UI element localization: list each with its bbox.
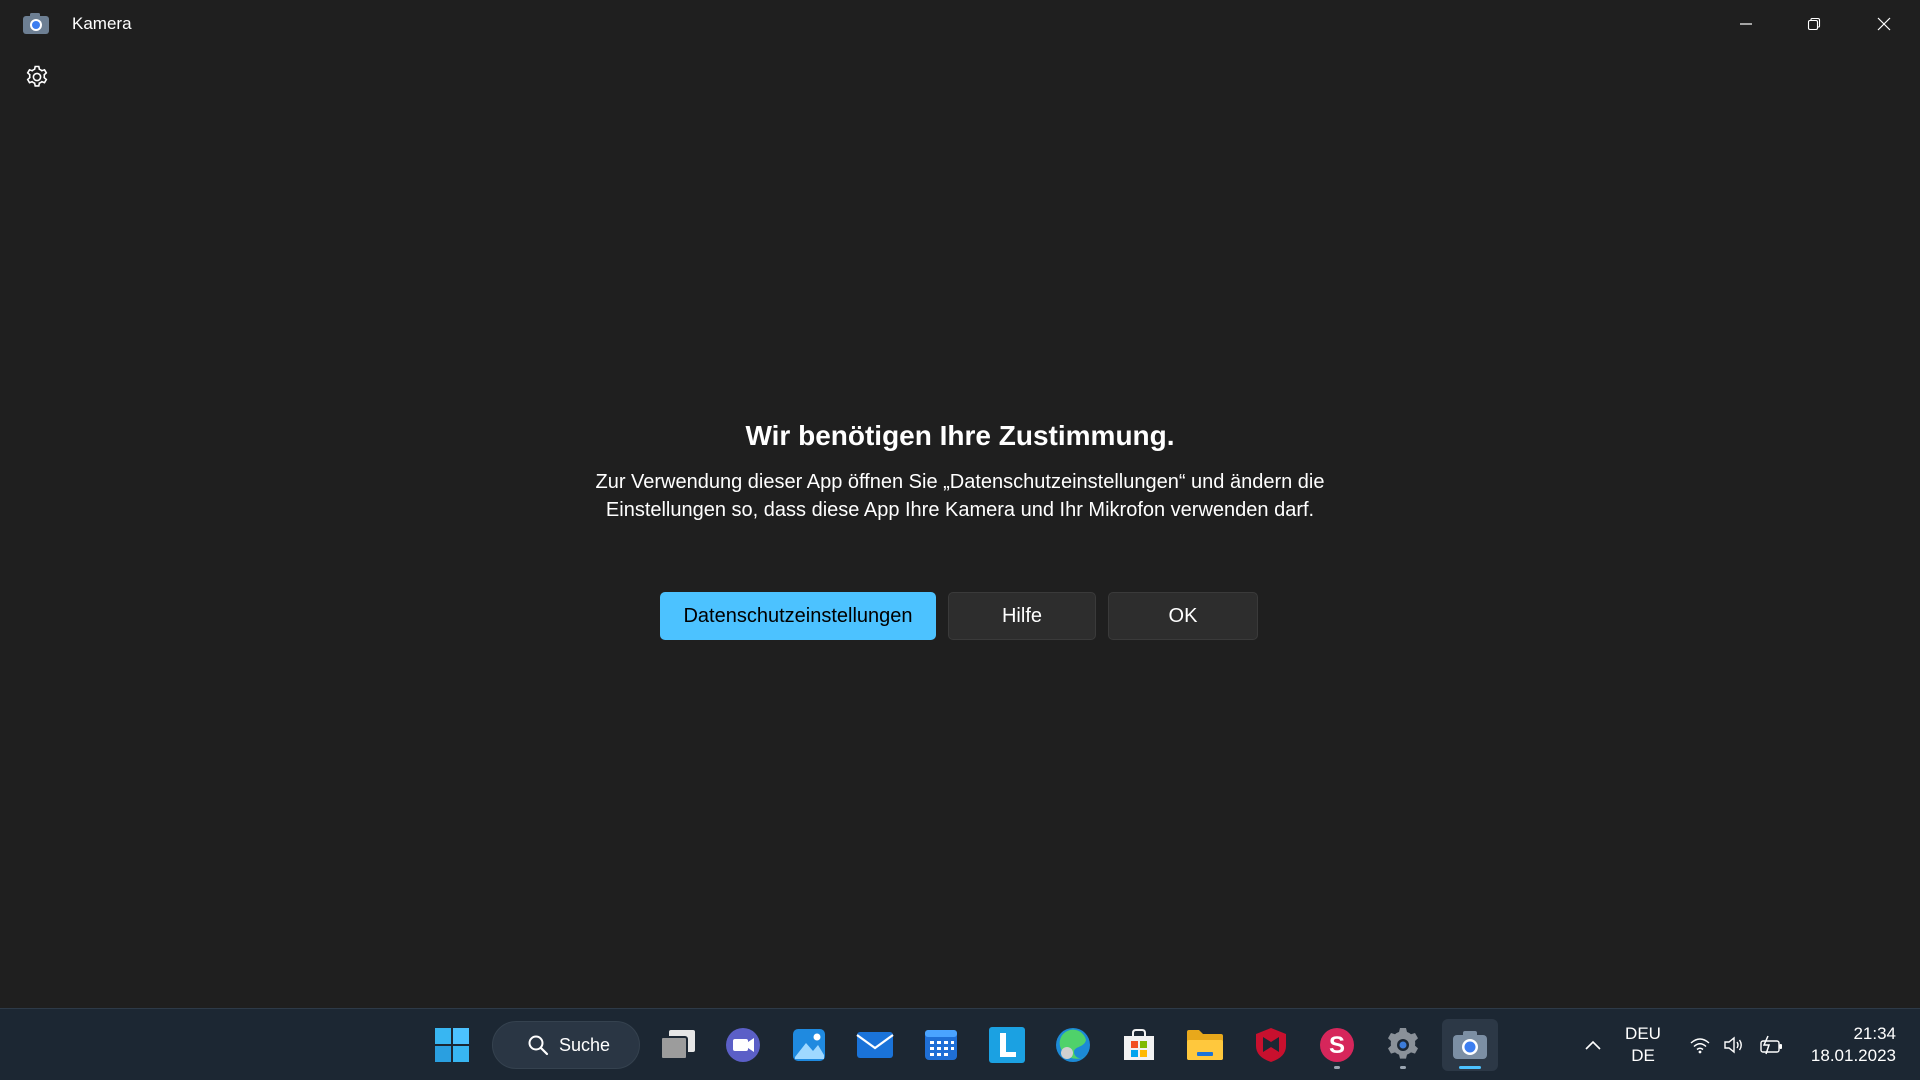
file-explorer-icon — [1187, 1030, 1223, 1060]
battery-status[interactable] — [1756, 1009, 1788, 1080]
taskbar-mail[interactable] — [848, 1019, 902, 1071]
title-bar: Kamera — [0, 0, 1920, 48]
taskbar-settings[interactable] — [1376, 1019, 1430, 1071]
running-indicator — [1334, 1066, 1340, 1069]
taskbar-search[interactable]: Suche — [492, 1021, 640, 1069]
speaker-icon — [1724, 1036, 1742, 1054]
l-app-icon — [989, 1027, 1025, 1063]
taskbar-s-app[interactable]: S — [1310, 1019, 1364, 1071]
store-icon — [1124, 1029, 1154, 1060]
search-icon — [528, 1035, 549, 1056]
minimize-icon — [1740, 23, 1752, 25]
task-view-icon — [660, 1030, 695, 1060]
photos-icon — [793, 1029, 825, 1061]
taskbar-teams[interactable] — [716, 1019, 770, 1071]
camera-icon — [1453, 1031, 1487, 1059]
battery-charging-icon — [1760, 1035, 1782, 1055]
restore-button[interactable] — [1780, 0, 1848, 48]
edge-icon — [1056, 1028, 1090, 1062]
taskbar-camera[interactable] — [1442, 1019, 1498, 1071]
taskbar: Suche S DEU DE 21:34 18.01.2023 — [0, 1008, 1920, 1080]
volume-status[interactable] — [1720, 1009, 1748, 1080]
consent-message: Zur Verwendung dieser App öffnen Sie „Da… — [595, 471, 1325, 521]
camera-app-window: Kamera Wir benötigen Ihre Zustimmung. Zu… — [0, 0, 1920, 1080]
consent-message-panel: Wir benötigen Ihre Zustimmung. Zur Verwe… — [560, 416, 1360, 524]
taskbar-l-app[interactable] — [980, 1019, 1034, 1071]
chevron-up-icon — [1585, 1040, 1601, 1050]
mail-icon — [856, 1032, 894, 1058]
mcafee-icon — [1256, 1028, 1286, 1062]
calendar-icon — [925, 1030, 957, 1060]
language-code: DEU — [1625, 1024, 1661, 1043]
close-button[interactable] — [1850, 0, 1918, 48]
running-indicator — [1400, 1066, 1406, 1069]
help-button[interactable]: Hilfe — [948, 592, 1096, 640]
start-button[interactable] — [425, 1019, 479, 1071]
restore-icon — [1807, 17, 1821, 31]
active-indicator — [1459, 1066, 1481, 1069]
taskbar-calendar[interactable] — [914, 1019, 968, 1071]
taskbar-store[interactable] — [1112, 1019, 1166, 1071]
close-icon — [1877, 17, 1891, 31]
input-language-indicator[interactable]: DEU DE — [1618, 1023, 1668, 1067]
taskbar-mcafee[interactable] — [1244, 1019, 1298, 1071]
taskbar-file-explorer[interactable] — [1178, 1019, 1232, 1071]
taskbar-clock[interactable]: 21:34 18.01.2023 — [1796, 1023, 1896, 1067]
clock-date: 18.01.2023 — [1810, 1046, 1896, 1065]
gear-icon — [26, 65, 48, 87]
privacy-settings-button[interactable]: Datenschutzeinstellungen — [660, 592, 936, 640]
wifi-icon — [1690, 1038, 1710, 1054]
show-hidden-icons-button[interactable] — [1578, 1009, 1608, 1080]
s-app-icon: S — [1320, 1028, 1354, 1062]
taskbar-task-view[interactable] — [651, 1019, 705, 1071]
camera-app-icon — [22, 12, 50, 36]
taskbar-photos[interactable] — [782, 1019, 836, 1071]
svg-text:S: S — [1329, 1032, 1345, 1059]
keyboard-layout: DE — [1631, 1046, 1655, 1065]
window-title: Kamera — [72, 14, 132, 33]
teams-icon — [726, 1028, 760, 1062]
minimize-button[interactable] — [1712, 0, 1780, 48]
consent-heading: Wir benötigen Ihre Zustimmung. — [745, 420, 1175, 451]
windows-logo-icon — [435, 1028, 469, 1062]
settings-button[interactable] — [20, 60, 54, 94]
clock-time: 21:34 — [1853, 1024, 1896, 1043]
network-status[interactable] — [1686, 1009, 1714, 1080]
settings-icon — [1388, 1028, 1418, 1059]
taskbar-edge[interactable] — [1046, 1019, 1100, 1071]
ok-button[interactable]: OK — [1108, 592, 1258, 640]
search-label: Suche — [559, 1034, 611, 1055]
dialog-buttons: Datenschutzeinstellungen Hilfe OK — [660, 592, 1258, 640]
